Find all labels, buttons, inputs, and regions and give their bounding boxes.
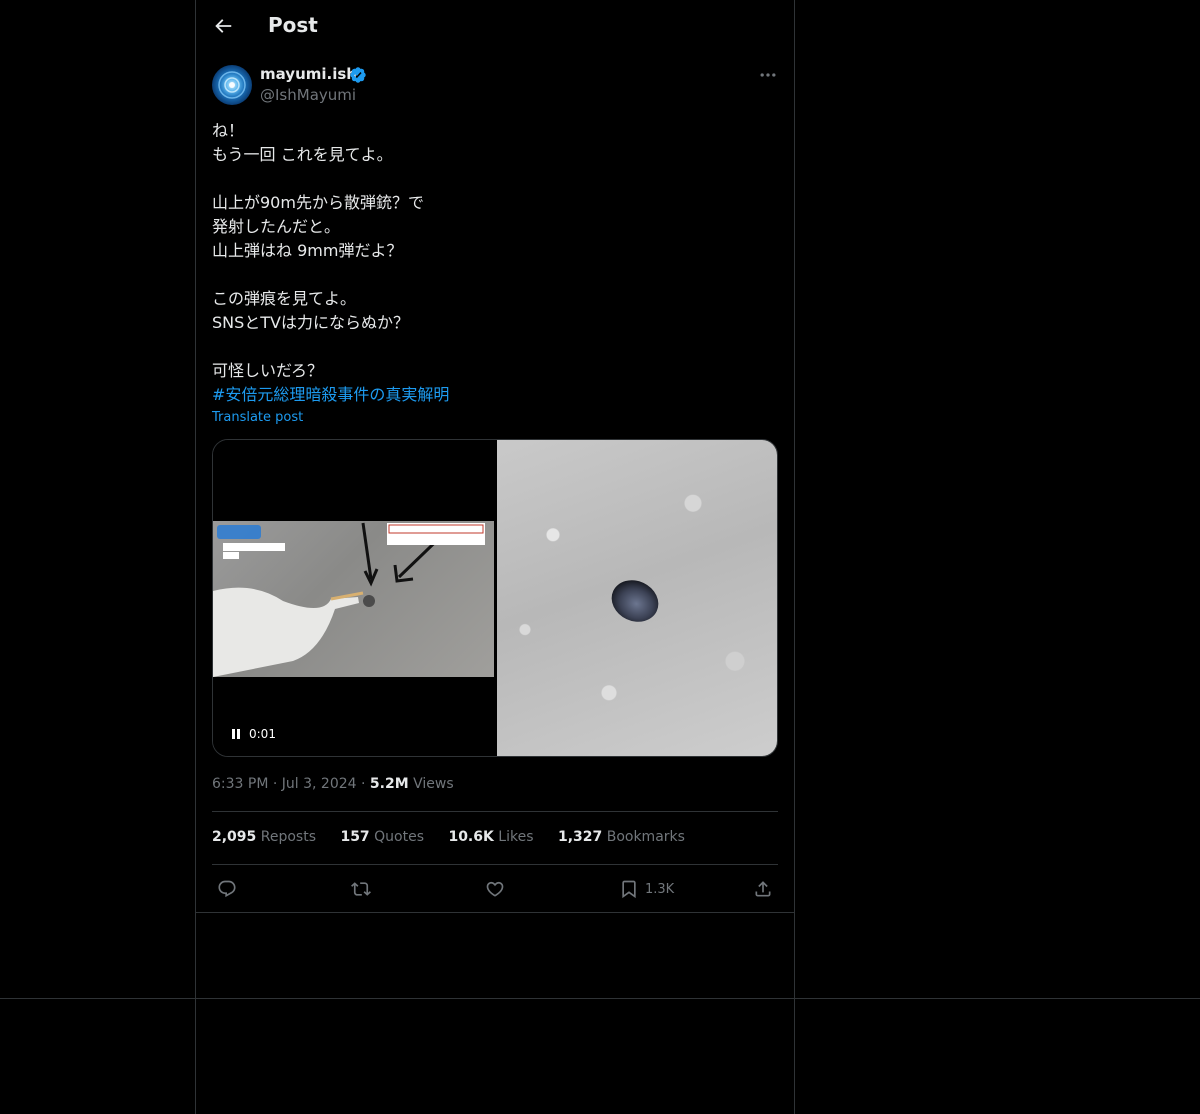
post-line: 可怪しいだろ？ (212, 361, 324, 380)
action-bar: 1.3K (212, 876, 778, 902)
more-options-icon[interactable] (758, 65, 778, 85)
bookmark-button[interactable]: 1.3K (619, 876, 674, 902)
heart-icon (486, 881, 504, 897)
lower-divider (0, 998, 1200, 999)
like-button[interactable] (485, 876, 505, 902)
bookmark-icon (622, 880, 636, 899)
likes-stat[interactable]: 10.6K Likes (448, 829, 533, 845)
pause-icon[interactable] (231, 729, 241, 741)
post-author: mayumi.ish @IshMayumi (212, 65, 778, 107)
reposts-label: Reposts (260, 829, 316, 845)
post-line: 発射したんだと。 (212, 217, 341, 236)
verified-badge-icon[interactable] (349, 66, 367, 84)
news-clip-frame (213, 521, 494, 677)
post-text: ね！ もう一回 これを見てよ。 山上が90m先から散弾銃？で 発射したんだと。 … (212, 119, 778, 407)
video-player[interactable]: 0:01 (212, 439, 778, 757)
back-arrow-icon[interactable] (212, 15, 234, 37)
meta-separator: · (272, 776, 282, 792)
post-line: もう一回 これを見てよ。 (212, 145, 393, 164)
video-timestamp: 0:01 (249, 727, 276, 741)
bookmarks-stat[interactable]: 1,327 Bookmarks (558, 829, 685, 845)
post-line: ね！ (212, 121, 245, 140)
bullet-hole-image (497, 440, 777, 756)
engagement-stats: 2,095 Reposts 157 Quotes 10.6K Likes 1,3… (212, 829, 705, 845)
stats-divider (212, 864, 778, 865)
hashtag-link[interactable]: #安倍元総理暗殺事件の真実解明 (212, 383, 778, 407)
reply-icon (218, 880, 236, 898)
reposts-count: 2,095 (212, 829, 257, 845)
bookmark-count: 1.3K (645, 881, 675, 897)
post-line (212, 263, 778, 287)
post-line: SNSとTVは力にならぬか？ (212, 313, 410, 332)
post-line (212, 167, 778, 191)
repost-icon (351, 882, 371, 896)
post-line: 山上弾はね 9mm弾だよ？ (212, 241, 403, 260)
post-line: この弾痕を見てよ。 (212, 289, 357, 308)
translate-post-link[interactable]: Translate post (212, 410, 303, 425)
share-button[interactable] (753, 876, 773, 902)
views-count: 5.2M (369, 776, 409, 792)
post-meta: 6:33 PM · Jul 3, 2024 · 5.2M Views (212, 776, 454, 792)
author-handle[interactable]: @IshMayumi (260, 86, 356, 104)
bookmarks-count: 1,327 (557, 829, 603, 845)
post-bottom-divider (195, 912, 794, 913)
post-line: 山上が90m先から散弾銃？で (212, 193, 424, 212)
meta-divider (212, 811, 778, 812)
likes-count: 10.6K (448, 829, 494, 845)
meta-separator: · (361, 776, 370, 792)
reply-button[interactable] (217, 876, 237, 902)
author-name[interactable]: mayumi.ish (260, 65, 357, 83)
likes-label: Likes (498, 829, 534, 845)
post-time[interactable]: 6:33 PM (212, 776, 268, 792)
views-label: Views (413, 776, 454, 792)
page: Post mayumi.ish @IshMayumi ね！ もう一回 これを見て… (0, 0, 1200, 1114)
video-frame-left: 0:01 (213, 440, 496, 756)
quotes-count: 157 (340, 829, 370, 845)
bookmarks-label: Bookmarks (606, 829, 685, 845)
quotes-label: Quotes (374, 829, 424, 845)
post-date[interactable]: Jul 3, 2024 (282, 776, 357, 792)
reposts-stat[interactable]: 2,095 Reposts (212, 829, 316, 845)
bullet-hole (604, 572, 666, 630)
page-title: Post (268, 13, 318, 37)
avatar[interactable] (212, 65, 252, 105)
quotes-stat[interactable]: 157 Quotes (340, 829, 424, 845)
repost-button[interactable] (351, 876, 371, 902)
top-bar: Post (195, 0, 794, 53)
share-icon (755, 881, 771, 897)
post-line (212, 335, 778, 359)
